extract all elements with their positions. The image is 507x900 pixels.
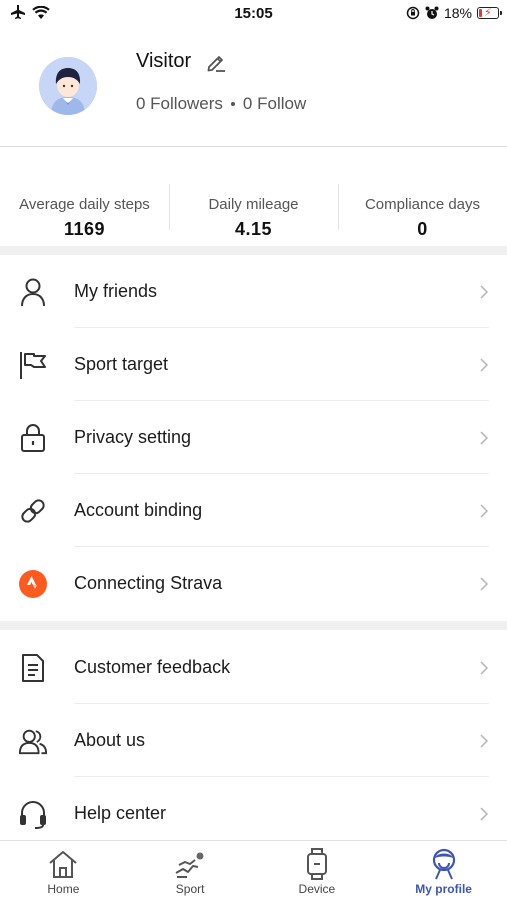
chevron-right-icon <box>480 358 489 372</box>
chevron-right-icon <box>480 504 489 518</box>
section-separator <box>0 246 507 255</box>
bottom-tab-bar: Home Sport Device My profile <box>0 840 507 900</box>
menu-item-connecting-strava[interactable]: Connecting Strava <box>0 547 507 620</box>
activity-stats: Average daily steps 1169 Daily mileage 4… <box>0 182 507 242</box>
home-icon <box>46 848 80 880</box>
users-icon <box>18 726 48 756</box>
stat-daily-mileage: Daily mileage 4.15 <box>169 182 338 242</box>
stat-value: 4.15 <box>234 219 273 239</box>
running-icon <box>173 848 207 880</box>
avatar-icon[interactable] <box>39 57 97 115</box>
menu-item-privacy-setting[interactable]: Privacy setting <box>0 401 507 474</box>
profile-header: Visitor 0 Followers 0 Follow <box>0 30 507 147</box>
separator-dot <box>230 102 235 106</box>
follow-stats: 0 Followers 0 Follow <box>136 94 306 114</box>
lock-icon <box>18 423 48 453</box>
header-divider <box>0 146 507 147</box>
menu-item-sport-target[interactable]: Sport target <box>0 328 507 401</box>
headset-icon <box>18 799 48 829</box>
menu-item-label: Sport target <box>74 354 169 374</box>
flag-icon <box>18 350 48 380</box>
user-icon <box>18 277 48 307</box>
profile-icon <box>427 848 461 880</box>
tab-label: My profile <box>415 882 472 896</box>
user-name: Visitor <box>136 50 192 72</box>
battery-icon: ⚡ <box>477 7 502 19</box>
stat-value: 1169 <box>63 219 106 239</box>
tab-label: Device <box>298 882 336 896</box>
tab-sport[interactable]: Sport <box>127 841 254 900</box>
chevron-right-icon <box>480 734 489 748</box>
stat-average-daily-steps: Average daily steps 1169 <box>0 182 169 242</box>
status-right: 18% ⚡ <box>406 5 502 21</box>
section-separator <box>0 621 507 630</box>
tab-home[interactable]: Home <box>0 841 127 900</box>
tab-device[interactable]: Device <box>254 841 381 900</box>
stat-label: Compliance days <box>364 196 481 213</box>
tab-my-profile[interactable]: My profile <box>380 841 507 900</box>
tab-label: Sport <box>175 882 205 896</box>
strava-icon <box>18 569 48 599</box>
stat-label: Average daily steps <box>19 196 150 213</box>
menu-item-label: About us <box>74 730 146 750</box>
chevron-right-icon <box>480 807 489 821</box>
followers-count[interactable]: 0 Followers <box>136 94 223 114</box>
status-bar: 15:05 18% ⚡ <box>0 0 507 30</box>
menu-item-about-us[interactable]: About us <box>0 704 507 777</box>
battery-level <box>479 9 482 17</box>
stat-compliance-days: Compliance days 0 <box>338 182 507 242</box>
stat-label: Daily mileage <box>208 196 299 213</box>
chevron-right-icon <box>480 285 489 299</box>
menu-item-customer-feedback[interactable]: Customer feedback <box>0 631 507 704</box>
chevron-right-icon <box>480 661 489 675</box>
menu-item-label: Privacy setting <box>74 427 192 447</box>
chevron-right-icon <box>480 431 489 445</box>
menu-item-label: Customer feedback <box>74 657 231 677</box>
edit-pencil-icon[interactable] <box>205 52 227 74</box>
tab-label: Home <box>47 882 80 896</box>
chevron-right-icon <box>480 577 489 591</box>
charging-bolt-icon: ⚡ <box>484 7 492 19</box>
rotation-lock-icon <box>406 6 420 20</box>
watch-icon <box>300 848 334 880</box>
menu-item-label: My friends <box>74 281 158 301</box>
menu-item-label: Account binding <box>74 500 203 520</box>
document-icon <box>18 653 48 683</box>
battery-percent: 18% <box>443 5 472 21</box>
menu-item-my-friends[interactable]: My friends <box>0 255 507 328</box>
link-icon <box>18 496 48 526</box>
menu-item-label: Help center <box>74 803 167 823</box>
menu-item-account-binding[interactable]: Account binding <box>0 474 507 547</box>
menu-item-label: Connecting Strava <box>74 573 223 593</box>
stat-value: 0 <box>417 219 428 239</box>
alarm-icon <box>425 6 439 19</box>
follow-count[interactable]: 0 Follow <box>243 94 306 114</box>
